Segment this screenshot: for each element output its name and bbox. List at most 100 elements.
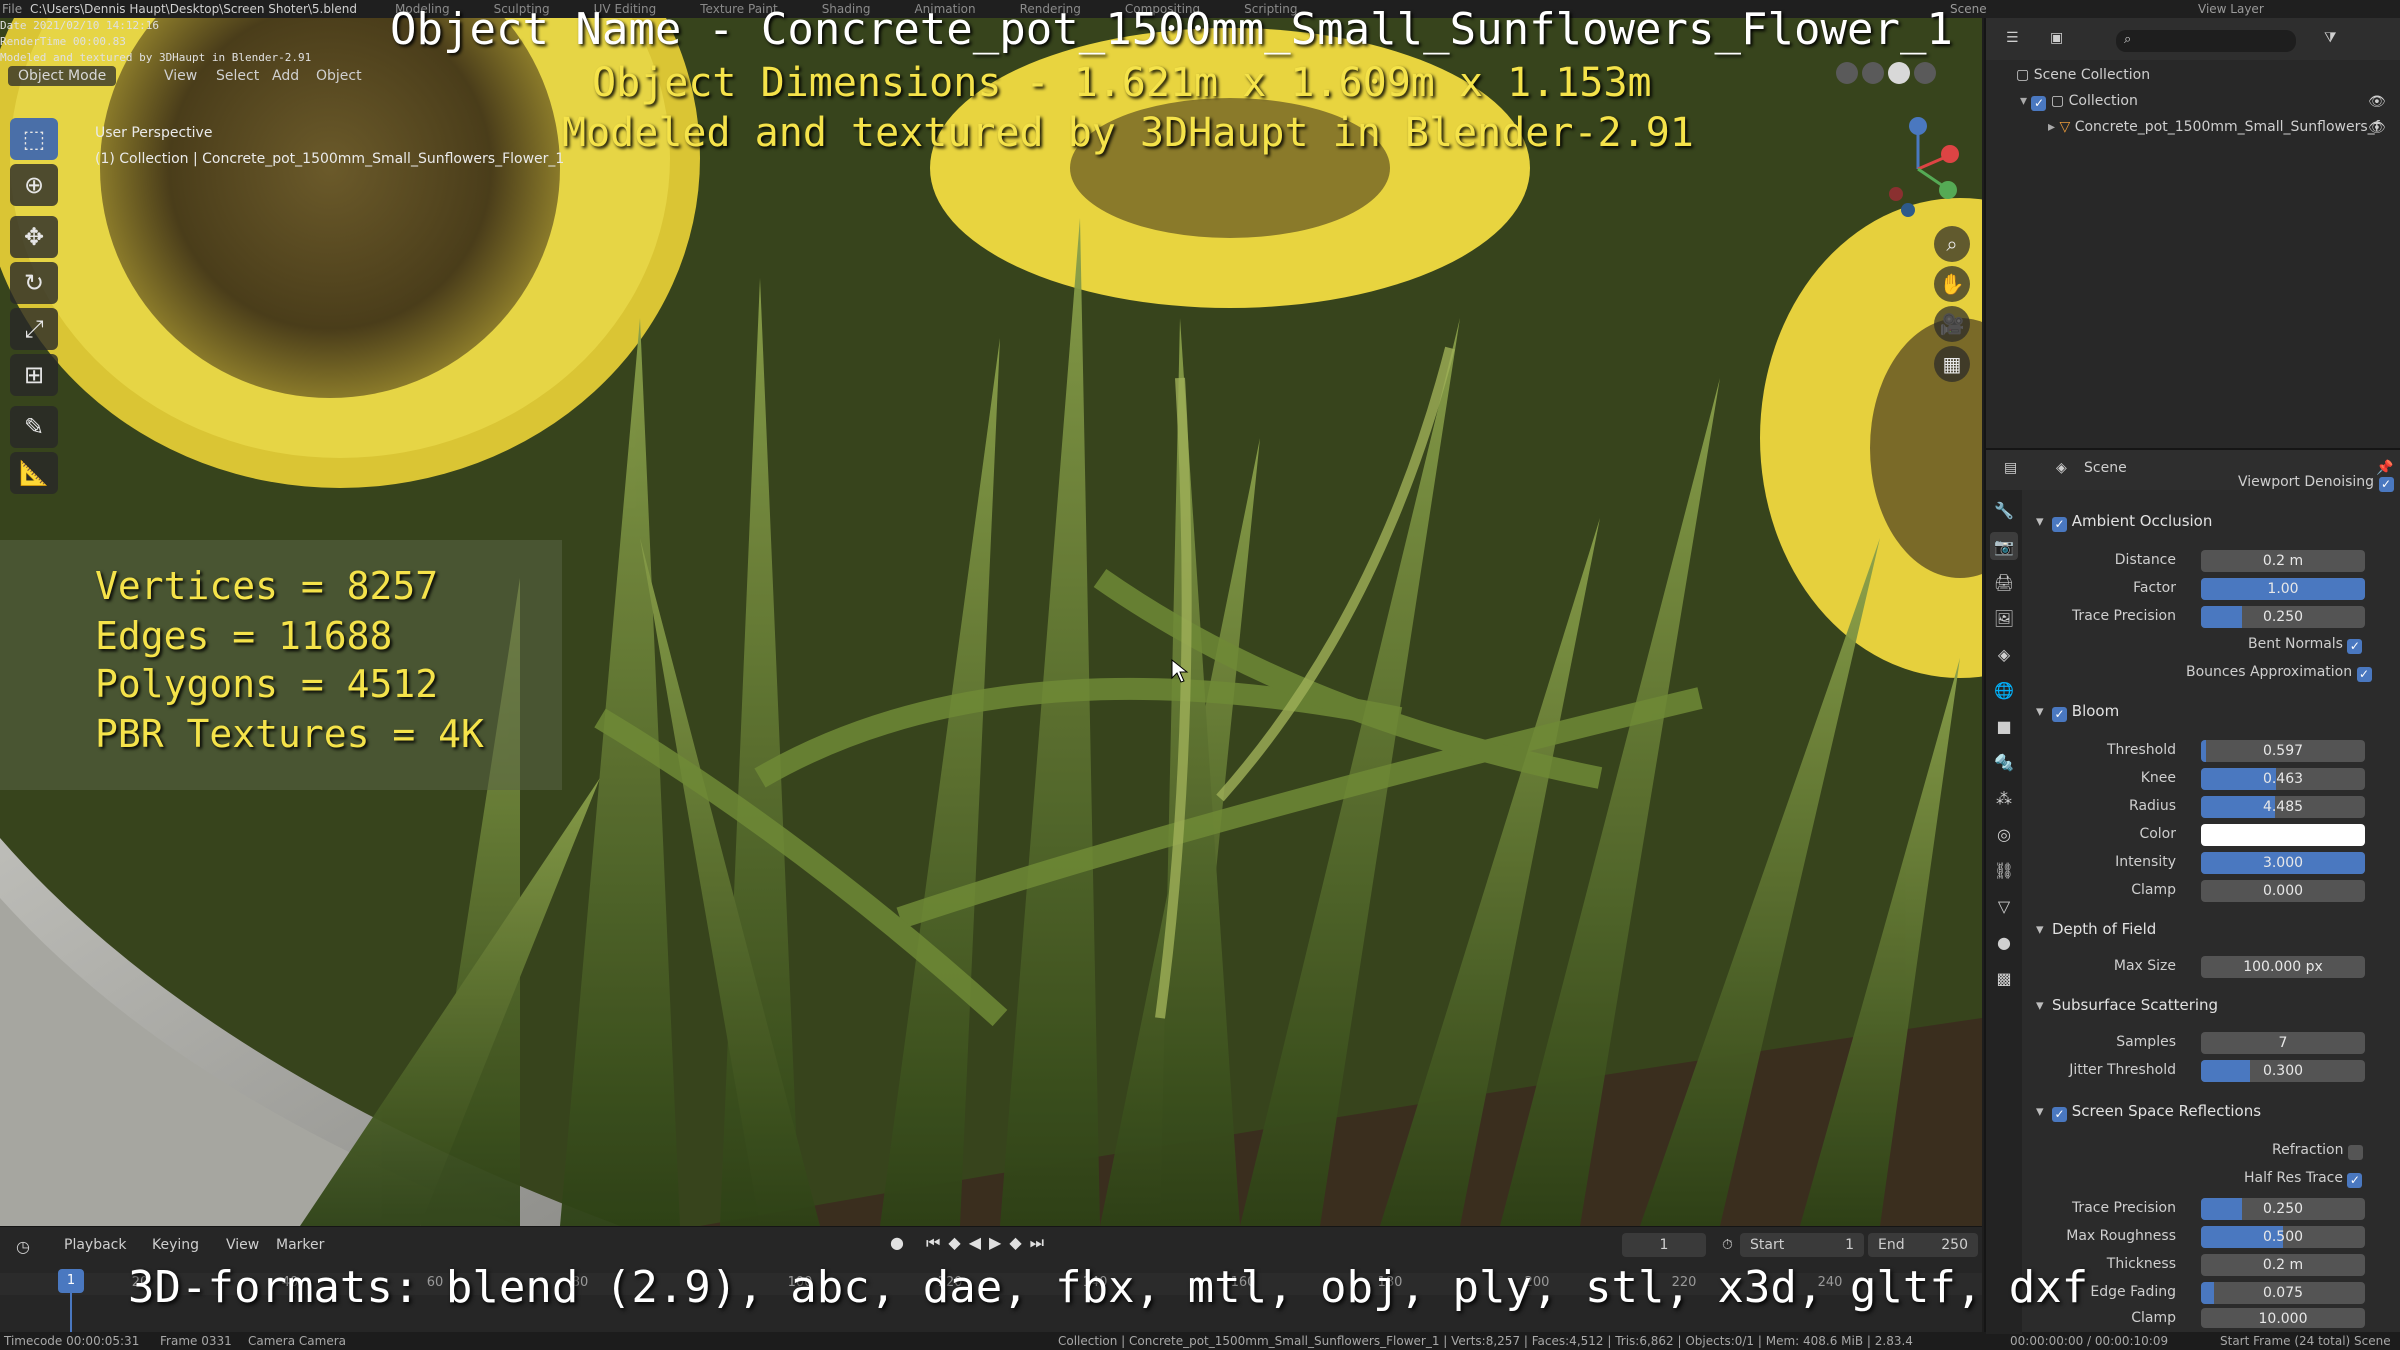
viewport-denoising-checkbox[interactable]: ✓ [2378,477,2394,492]
view-layer-selector[interactable]: View Layer [2198,2,2264,16]
collapse-arrow-icon[interactable]: ▾ [2036,1102,2052,1120]
select-menu[interactable]: Select [216,68,259,84]
start-frame-field[interactable]: Start 1 [1740,1233,1864,1257]
ssr-enable-checkbox[interactable]: ✓ [2052,1107,2067,1122]
wireframe-shading-icon[interactable] [1836,62,1858,84]
ao-distance-field[interactable]: 0.2 m [2201,550,2365,572]
keying-menu[interactable]: Keying [152,1237,199,1253]
collection-row[interactable]: ▾ ✓ ▢ Collection [2020,88,2138,114]
bent-normals-checkbox[interactable]: ✓ [2347,639,2363,654]
half-res-checkbox[interactable]: ✓ [2347,1173,2363,1188]
collapse-arrow-icon[interactable]: ▾ [2036,920,2052,938]
scene-collection-row[interactable]: ▢ Scene Collection [2016,62,2150,88]
object-row[interactable]: ▸ ▽ Concrete_pot_1500mm_Small_Sunflowers… [2048,114,2380,140]
mode-selector[interactable]: Object Mode [8,66,117,86]
expand-arrow-icon[interactable]: ▾ [2020,93,2031,109]
camera-view-icon[interactable]: 🎥 [1934,306,1970,342]
zoom-icon[interactable]: ⌕ [1934,226,1970,262]
bloom-radius-slider[interactable]: 4.485 [2201,796,2365,818]
view-icon[interactable]: ▣ [2050,30,2063,46]
file-menu[interactable]: File [2,2,22,16]
ssr-trace-slider[interactable]: 0.250 [2201,1198,2365,1220]
select-box-icon[interactable]: ⬚ [10,118,58,160]
exclude-checkbox[interactable]: ✓ [2031,96,2047,111]
ao-enable-checkbox[interactable]: ✓ [2052,517,2067,532]
playhead-line[interactable] [70,1293,72,1333]
object-menu[interactable]: Object [316,68,362,84]
subsurface-scattering-header[interactable]: ▾ Subsurface Scattering [2036,996,2218,1014]
sss-samples-field[interactable]: 7 [2201,1032,2365,1054]
marker-menu[interactable]: Marker [276,1237,324,1253]
collapse-arrow-icon[interactable]: ▾ [2036,702,2052,720]
playhead-frame[interactable]: 1 [58,1269,84,1293]
preview-range-icon[interactable]: ⏱ [1722,1237,1733,1253]
editor-type-icon[interactable]: ◷ [16,1237,30,1256]
navigation-gizmo[interactable] [1876,114,1960,224]
current-frame-field[interactable]: 1 [1622,1233,1706,1257]
prev-key-icon[interactable]: ◆ [948,1233,960,1253]
collapse-arrow-icon[interactable]: ▾ [2036,512,2052,530]
jump-start-icon[interactable]: ⏮ [926,1233,940,1253]
visibility-eye-icon[interactable]: 👁 [2368,120,2386,136]
view-menu[interactable]: View [164,68,197,84]
ssr-clamp-field[interactable]: 10.000 [2201,1308,2365,1328]
viewport-denoising-row[interactable]: Viewport Denoising ✓ [2238,474,2394,492]
world-tab-icon[interactable]: 🌐 [1990,676,2018,704]
record-icon[interactable]: ● [890,1233,904,1253]
end-frame-field[interactable]: End 250 [1868,1233,1978,1257]
bounces-checkbox[interactable]: ✓ [2356,667,2372,682]
visibility-eye-icon[interactable]: 👁 [2368,94,2386,110]
ssr-rough-slider[interactable]: 0.500 [2201,1226,2365,1248]
move-icon[interactable]: ✥ [10,216,58,258]
ortho-grid-icon[interactable]: ▦ [1934,346,1970,382]
bounces-row[interactable]: Bounces Approximation ✓ [2186,664,2372,682]
play-reverse-icon[interactable]: ◀ [969,1233,981,1253]
editor-type-icon[interactable]: ▤ [2004,460,2017,476]
bloom-clamp-field[interactable]: 0.000 [2201,880,2365,902]
ambient-occlusion-header[interactable]: ▾ ✓ Ambient Occlusion [2036,512,2212,532]
rendered-shading-icon[interactable] [1914,62,1936,84]
bloom-enable-checkbox[interactable]: ✓ [2052,707,2067,722]
bloom-header[interactable]: ▾ ✓ Bloom [2036,702,2119,722]
material-tab-icon[interactable]: ● [1990,928,2018,956]
annotate-icon[interactable]: ✎ [10,406,58,448]
ssr-header[interactable]: ▾ ✓ Screen Space Reflections [2036,1102,2261,1122]
ssr-fade-slider[interactable]: 0.075 [2201,1282,2365,1304]
object-tab-icon[interactable]: ■ [1990,712,2018,740]
ao-trace-slider[interactable]: 0.250 [2201,606,2365,628]
playback-menu[interactable]: Playback [64,1237,126,1253]
rotate-icon[interactable]: ↻ [10,262,58,304]
transform-icon[interactable]: ⊞ [10,354,58,396]
refraction-row[interactable]: Refraction ✓ [2272,1142,2363,1160]
cursor-icon[interactable]: ⊕ [10,164,58,206]
bloom-intensity-slider[interactable]: 3.000 [2201,852,2365,874]
dof-maxsize-field[interactable]: 100.000 px [2201,956,2365,978]
half-res-row[interactable]: Half Res Trace ✓ [2244,1170,2363,1188]
display-mode-icon[interactable]: ☰ [2006,30,2019,46]
bloom-color-swatch[interactable] [2201,824,2365,846]
ssr-thick-field[interactable]: 0.2 m [2201,1254,2365,1276]
outliner-search-input[interactable]: ⌕ [2116,30,2296,52]
timeline-view-menu[interactable]: View [226,1237,259,1253]
solid-shading-icon[interactable] [1862,62,1884,84]
pan-hand-icon[interactable]: ✋ [1934,266,1970,302]
add-menu[interactable]: Add [272,68,299,84]
expand-arrow-icon[interactable]: ▸ [2048,119,2059,135]
scale-icon[interactable]: ⤢ [10,308,58,350]
measure-icon[interactable]: 📐 [10,452,58,494]
filter-icon[interactable]: ⧩ [2324,30,2337,46]
material-shading-icon[interactable] [1888,62,1910,84]
jump-end-icon[interactable]: ⏭ [1030,1233,1044,1253]
play-icon[interactable]: ▶ [989,1233,1001,1253]
bent-normals-row[interactable]: Bent Normals ✓ [2248,636,2363,654]
ao-factor-slider[interactable]: 1.00 [2201,578,2365,600]
bloom-threshold-slider[interactable]: 0.597 [2201,740,2365,762]
tool-tab-icon[interactable]: 🔧 [1990,496,2018,524]
next-key-icon[interactable]: ◆ [1009,1233,1021,1253]
depth-of-field-header[interactable]: ▾ Depth of Field [2036,920,2156,938]
collapse-arrow-icon[interactable]: ▾ [2036,996,2052,1014]
refraction-checkbox[interactable]: ✓ [2347,1145,2363,1160]
scene-selector[interactable]: Scene [1950,2,1987,16]
bloom-knee-slider[interactable]: 0.463 [2201,768,2365,790]
scene-tab-icon[interactable]: ◈ [1990,640,2018,668]
